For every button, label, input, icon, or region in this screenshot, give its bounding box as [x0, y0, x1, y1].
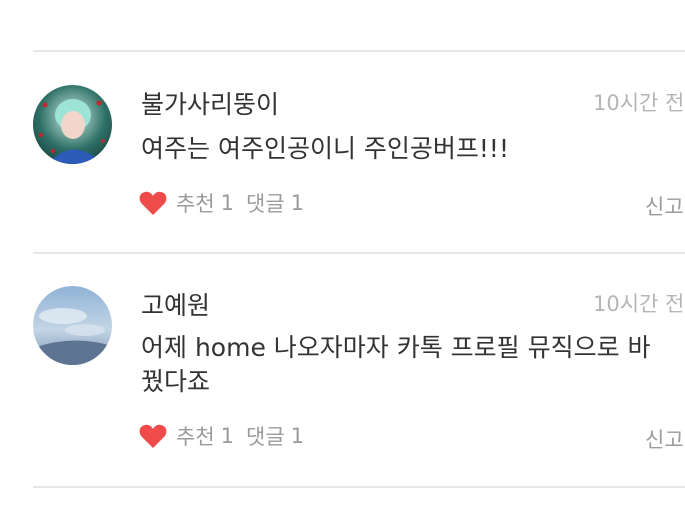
report-button[interactable]: 신고: [645, 191, 684, 221]
comment-text: 여주는 여주인공이니 주인공버프!!!: [141, 134, 509, 163]
reply-count: 1: [290, 424, 305, 448]
like-count: 1: [220, 191, 235, 215]
bottom-divider: [33, 486, 685, 488]
avatar-image-2: [33, 286, 112, 365]
timestamp: 10시간 전: [593, 91, 685, 115]
like-button[interactable]: 추천: [176, 421, 215, 451]
comment-actions: 추천 1 댓글 1: [139, 188, 310, 218]
heart-icon[interactable]: [139, 190, 167, 216]
report-button[interactable]: 신고: [645, 424, 684, 454]
reply-button[interactable]: 댓글: [246, 421, 285, 451]
nickname[interactable]: 불가사리뚱이: [141, 85, 279, 121]
heart-icon[interactable]: [139, 423, 167, 449]
reply-button[interactable]: 댓글: [246, 188, 285, 218]
like-button[interactable]: 추천: [176, 188, 215, 218]
top-divider: [33, 50, 685, 52]
comment-text: 어제 home 나오자마자 카톡 프로필 뮤직으로 바꿨다죠: [141, 333, 651, 396]
comment-actions: 추천 1 댓글 1: [139, 421, 310, 451]
like-count: 1: [220, 424, 235, 448]
nickname[interactable]: 고예원: [141, 286, 210, 322]
timestamp: 10시간 전: [593, 292, 685, 316]
avatar[interactable]: [33, 286, 112, 365]
avatar[interactable]: [33, 85, 112, 164]
avatar-image-1: [33, 85, 112, 164]
comment-divider: [33, 252, 685, 254]
reply-count: 1: [290, 191, 305, 215]
